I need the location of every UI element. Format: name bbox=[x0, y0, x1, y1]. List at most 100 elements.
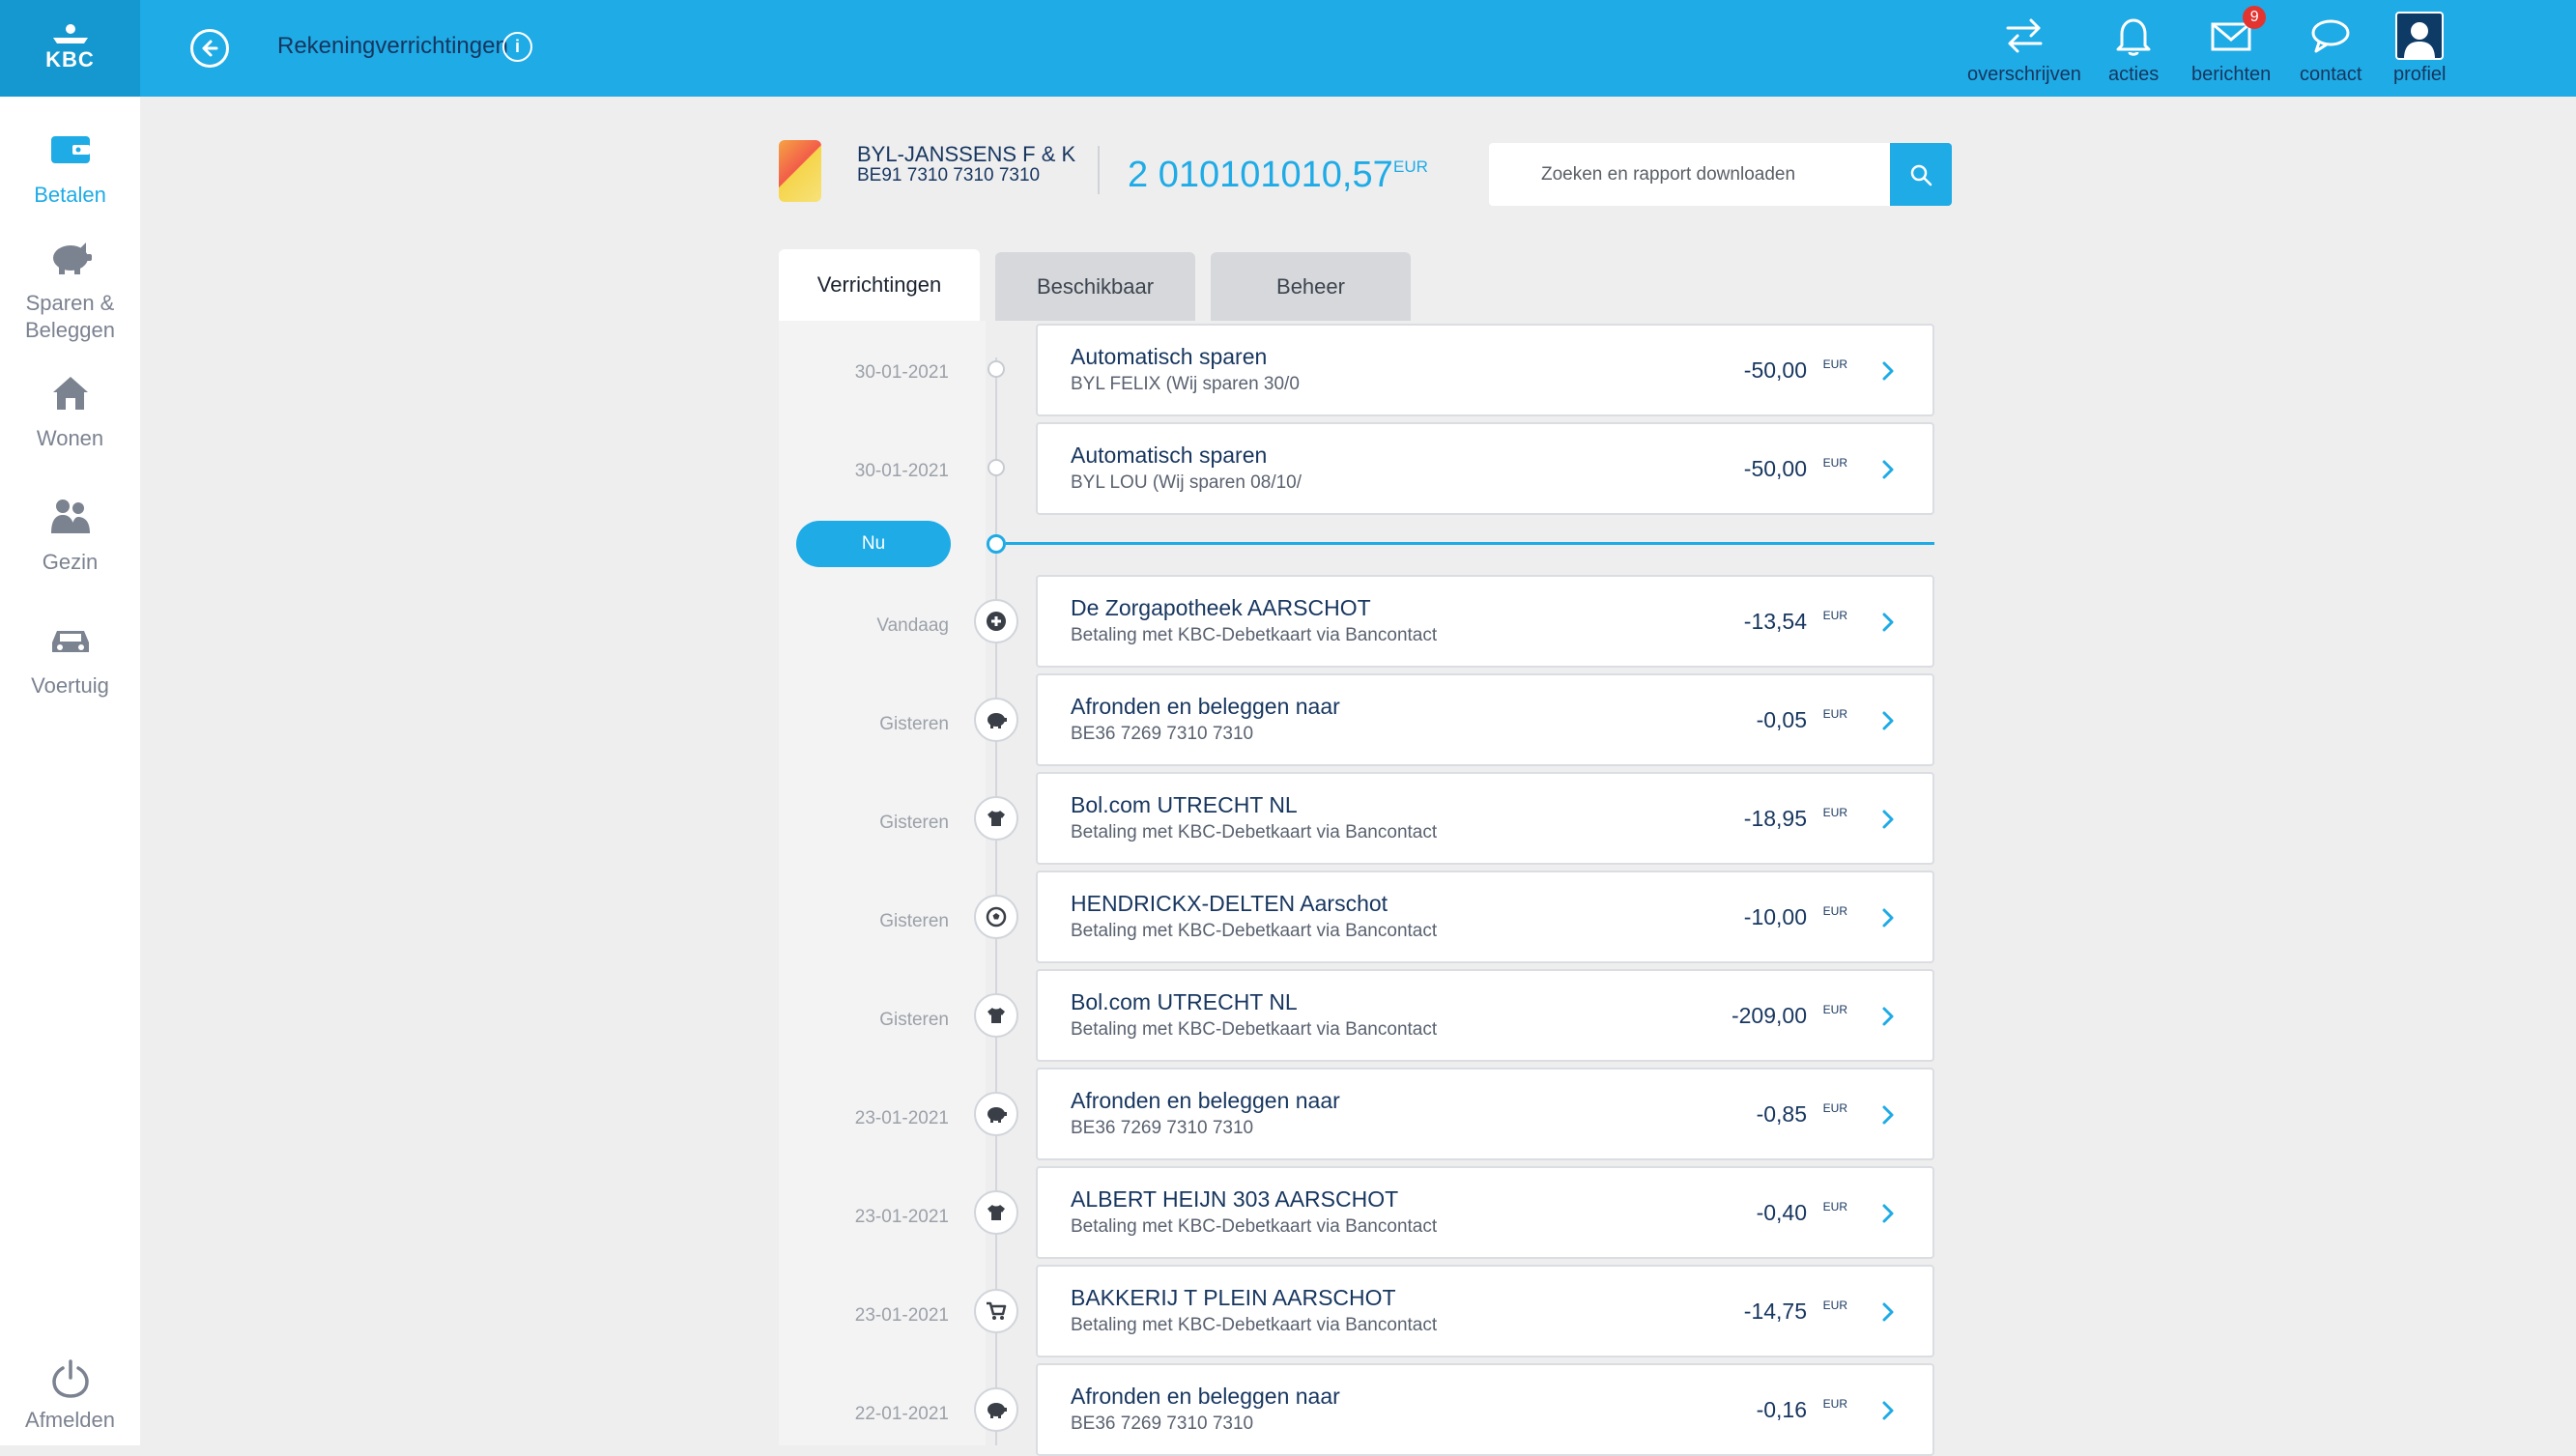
chevron-right-icon bbox=[1882, 908, 1894, 928]
back-button[interactable] bbox=[190, 29, 229, 68]
transaction-currency: EUR bbox=[1822, 1101, 1847, 1115]
transaction-title: Automatisch sparen bbox=[1071, 443, 1268, 468]
transaction-date: 23-01-2021 bbox=[854, 1108, 949, 1128]
profile-label: profiel bbox=[2393, 64, 2447, 85]
transaction-date: Gisteren bbox=[879, 714, 949, 734]
transaction-title: Bol.com UTRECHT NL bbox=[1071, 989, 1298, 1014]
kbc-logo-text: KBC bbox=[45, 47, 95, 71]
transaction-amount: -14,75 bbox=[1743, 1299, 1807, 1324]
transaction-amount: -0,85 bbox=[1756, 1101, 1807, 1127]
transaction-subtitle: Betaling met KBC-Debetkaart via Banconta… bbox=[1071, 1216, 1438, 1237]
transaction-title: De Zorgapotheek AARSCHOT bbox=[1071, 595, 1371, 620]
transaction-amount: -0,16 bbox=[1756, 1397, 1807, 1422]
divider bbox=[1098, 146, 1100, 194]
power-icon bbox=[51, 1356, 90, 1402]
transaction-row[interactable]: Bol.com UTRECHT NL Betaling met KBC-Debe… bbox=[1036, 969, 1934, 1062]
chevron-right-icon bbox=[1882, 613, 1894, 632]
transaction-subtitle: BE36 7269 7310 7310 bbox=[1071, 1118, 1254, 1138]
tab-beschikbaar[interactable]: Beschikbaar bbox=[995, 252, 1195, 321]
chevron-right-icon bbox=[1882, 460, 1894, 479]
actions-label: acties bbox=[2108, 64, 2160, 85]
transaction-row[interactable]: De Zorgapotheek AARSCHOT Betaling met KB… bbox=[1036, 575, 1934, 668]
sidebar-item-label: Gezin bbox=[42, 550, 99, 574]
sidebar-item-voertuig[interactable]: Voertuig bbox=[0, 614, 140, 699]
kbc-logo[interactable]: KBC bbox=[0, 0, 140, 97]
sidebar-item-wonen[interactable]: Wonen bbox=[0, 367, 140, 452]
transaction-row[interactable]: Automatisch sparen BYL FELIX (Wij sparen… bbox=[1036, 324, 1934, 416]
kbc-man-icon bbox=[52, 24, 88, 43]
wallet-icon bbox=[49, 124, 92, 176]
timeline-dot bbox=[987, 360, 1005, 378]
transaction-row[interactable]: BAKKERIJ T PLEIN AARSCHOT Betaling met K… bbox=[1036, 1265, 1934, 1357]
transaction-row[interactable]: Bol.com UTRECHT NL Betaling met KBC-Debe… bbox=[1036, 772, 1934, 865]
contact-label: contact bbox=[2300, 64, 2362, 85]
transaction-subtitle: Betaling met KBC-Debetkaart via Banconta… bbox=[1071, 822, 1438, 842]
info-icon[interactable]: i bbox=[502, 32, 532, 62]
medical-icon bbox=[974, 599, 1018, 643]
transaction-title: ALBERT HEIJN 303 AARSCHOT bbox=[1071, 1186, 1399, 1212]
chevron-right-icon bbox=[1882, 1105, 1894, 1125]
logout-label: Afmelden bbox=[25, 1408, 115, 1432]
mail-icon: 9 bbox=[2210, 6, 2267, 64]
messages-badge: 9 bbox=[2243, 6, 2267, 29]
transaction-row[interactable]: HENDRICKX-DELTEN Aarschot Betaling met K… bbox=[1036, 871, 1934, 963]
transaction-row[interactable]: Afronden en beleggen naar BE36 7269 7310… bbox=[1036, 1363, 1934, 1456]
transaction-amount: -13,54 bbox=[1743, 609, 1807, 634]
sidebar-item-sparen[interactable]: Sparen & Beleggen bbox=[0, 232, 140, 344]
actions-button[interactable]: acties bbox=[2108, 8, 2159, 86]
account-card-image bbox=[779, 140, 821, 202]
messages-button[interactable]: 9 berichten bbox=[2191, 6, 2271, 86]
arrow-left-icon bbox=[202, 40, 218, 57]
transaction-currency: EUR bbox=[1822, 456, 1847, 470]
transaction-subtitle: Betaling met KBC-Debetkaart via Banconta… bbox=[1071, 1019, 1438, 1040]
car-icon bbox=[48, 614, 93, 667]
transaction-amount: -10,00 bbox=[1743, 904, 1807, 929]
transfer-button[interactable]: overschrijven bbox=[1967, 8, 2081, 86]
shirt-icon bbox=[974, 993, 1018, 1038]
transaction-currency: EUR bbox=[1822, 904, 1847, 918]
transaction-title: Afronden en beleggen naar bbox=[1071, 1088, 1340, 1113]
tab-verrichtingen[interactable]: Verrichtingen bbox=[779, 249, 980, 321]
transaction-row[interactable]: ALBERT HEIJN 303 AARSCHOT Betaling met K… bbox=[1036, 1166, 1934, 1259]
sidebar-item-label: Betalen bbox=[34, 183, 106, 207]
chevron-right-icon bbox=[1882, 361, 1894, 381]
transaction-currency: EUR bbox=[1822, 1200, 1847, 1213]
sidebar-item-gezin[interactable]: Gezin bbox=[0, 491, 140, 576]
piggybank-icon bbox=[47, 232, 94, 284]
tab-beheer[interactable]: Beheer bbox=[1211, 252, 1411, 321]
transaction-date: Vandaag bbox=[876, 615, 949, 636]
sidebar-item-betalen[interactable]: Betalen bbox=[0, 124, 140, 209]
chevron-right-icon bbox=[1882, 711, 1894, 730]
date-column bbox=[779, 321, 986, 1445]
shirt-icon bbox=[974, 1190, 1018, 1235]
transaction-amount: -50,00 bbox=[1743, 456, 1807, 481]
transaction-currency: EUR bbox=[1822, 806, 1847, 819]
transaction-subtitle: BE36 7269 7310 7310 bbox=[1071, 724, 1254, 744]
transaction-currency: EUR bbox=[1822, 1397, 1847, 1411]
transaction-currency: EUR bbox=[1822, 1299, 1847, 1312]
piggybank-icon bbox=[974, 698, 1018, 742]
now-marker-button[interactable]: Nu bbox=[796, 521, 951, 567]
chat-icon bbox=[2309, 8, 2352, 64]
transaction-amount: -18,95 bbox=[1743, 806, 1807, 831]
search-input[interactable] bbox=[1489, 143, 1890, 206]
transaction-date: 30-01-2021 bbox=[854, 461, 949, 481]
transaction-row[interactable]: Automatisch sparen BYL LOU (Wij sparen 0… bbox=[1036, 422, 1934, 515]
transaction-date: Gisteren bbox=[879, 1010, 949, 1030]
search-button[interactable] bbox=[1890, 143, 1952, 206]
transaction-title: Bol.com UTRECHT NL bbox=[1071, 792, 1298, 817]
profile-button[interactable]: profiel bbox=[2393, 8, 2446, 86]
house-icon bbox=[50, 367, 91, 419]
transaction-date: Gisteren bbox=[879, 813, 949, 833]
transaction-row[interactable]: Afronden en beleggen naar BE36 7269 7310… bbox=[1036, 673, 1934, 766]
contact-button[interactable]: contact bbox=[2300, 8, 2361, 86]
logout-button[interactable]: Afmelden bbox=[0, 1356, 140, 1433]
transaction-row[interactable]: Afronden en beleggen naar BE36 7269 7310… bbox=[1036, 1068, 1934, 1160]
chevron-right-icon bbox=[1882, 1302, 1894, 1322]
profile-icon bbox=[2395, 8, 2445, 64]
chevron-right-icon bbox=[1882, 1007, 1894, 1026]
page-title: Rekeningverrichtingen bbox=[277, 33, 508, 59]
transaction-date: Gisteren bbox=[879, 911, 949, 931]
transaction-amount: -0,40 bbox=[1756, 1200, 1807, 1225]
transaction-subtitle: BYL LOU (Wij sparen 08/10/ bbox=[1071, 472, 1302, 493]
